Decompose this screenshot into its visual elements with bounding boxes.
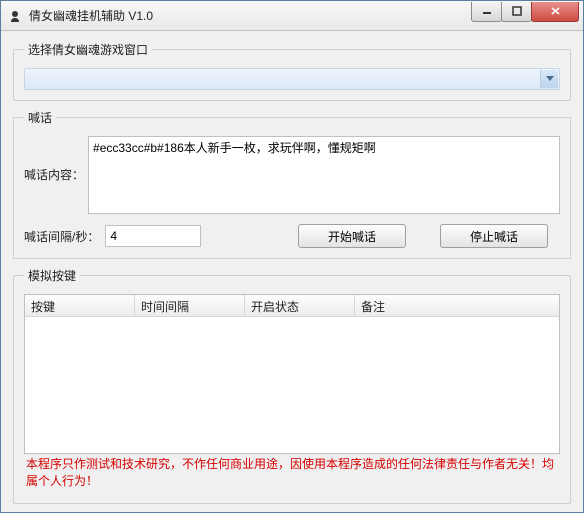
stop-shout-button[interactable]: 停止喊话 xyxy=(440,224,548,248)
shout-interval-input[interactable] xyxy=(105,225,201,247)
column-status[interactable]: 开启状态 xyxy=(245,295,355,316)
simulate-keys-group: 模拟按键 按键 时间间隔 开启状态 备注 本程序只作测试和技术研究，不作任何商业… xyxy=(13,267,571,504)
column-interval[interactable]: 时间间隔 xyxy=(135,295,245,316)
maximize-button[interactable] xyxy=(501,2,532,22)
keys-listview[interactable]: 按键 时间间隔 开启状态 备注 xyxy=(24,294,560,454)
shout-content-label: 喊话内容： xyxy=(24,136,84,183)
shout-group: 喊话 喊话内容： 喊话间隔/秒： 开始喊话 停止喊话 xyxy=(13,109,571,259)
close-button[interactable] xyxy=(531,2,579,22)
chevron-down-icon xyxy=(540,70,558,88)
client-area: 选择倩女幽魂游戏窗口 喊话 喊话内容： 喊话间隔/秒： 开始喊话 xyxy=(1,31,583,512)
shout-legend: 喊话 xyxy=(24,109,56,126)
shout-content-input[interactable] xyxy=(88,136,560,214)
column-key[interactable]: 按键 xyxy=(25,295,135,316)
app-window: 倩女幽魂挂机辅助 V1.0 选择倩女幽魂游戏窗口 喊话 xyxy=(0,0,584,513)
window-title: 倩女幽魂挂机辅助 V1.0 xyxy=(29,7,472,24)
shout-interval-label: 喊话间隔/秒： xyxy=(24,228,99,245)
select-window-group: 选择倩女幽魂游戏窗口 xyxy=(13,41,571,101)
simulate-keys-legend: 模拟按键 xyxy=(24,267,80,284)
disclaimer-text: 本程序只作测试和技术研究，不作任何商业用途，因使用本程序造成的任何法律责任与作者… xyxy=(24,454,560,490)
column-remark[interactable]: 备注 xyxy=(355,295,559,316)
keys-column-header: 按键 时间间隔 开启状态 备注 xyxy=(25,295,559,317)
titlebar: 倩女幽魂挂机辅助 V1.0 xyxy=(1,1,583,31)
minimize-button[interactable] xyxy=(471,2,502,22)
game-window-combo[interactable] xyxy=(24,68,560,90)
select-window-legend: 选择倩女幽魂游戏窗口 xyxy=(24,41,152,58)
app-icon xyxy=(7,8,23,24)
window-buttons xyxy=(472,2,583,22)
start-shout-button[interactable]: 开始喊话 xyxy=(298,224,406,248)
